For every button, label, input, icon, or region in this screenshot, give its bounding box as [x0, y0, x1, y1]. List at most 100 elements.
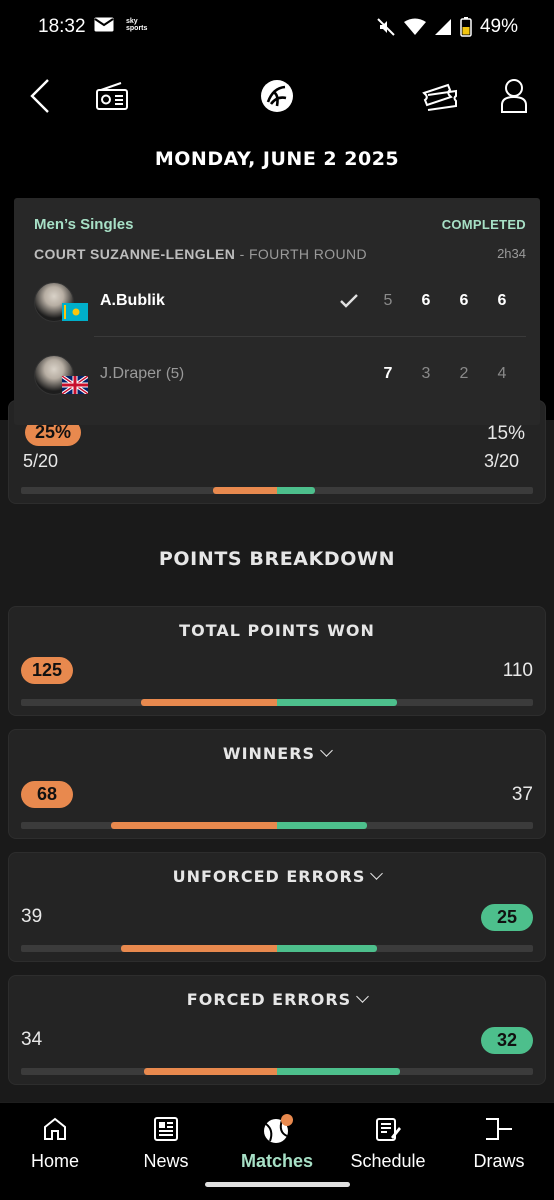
stat-title-text: UNFORCED ERRORS — [172, 867, 366, 886]
comparison-bar — [21, 1068, 533, 1075]
left-bar — [141, 699, 277, 706]
right-percent: 15% — [486, 423, 525, 444]
set-score: 7 — [383, 365, 393, 382]
stat-title[interactable]: UNFORCED ERRORS — [9, 867, 545, 886]
signal-icon — [434, 19, 451, 35]
right-bar — [277, 699, 398, 706]
status-bar: 18:32 sky sports 49% — [0, 0, 554, 56]
set-score: 5 — [383, 292, 393, 309]
right-value-pill: 25 — [481, 904, 533, 931]
section-title: POINTS BREAKDOWN — [158, 548, 396, 570]
status-time: 18:32 — [38, 16, 86, 37]
set-score: 3 — [421, 365, 431, 382]
right-value-pill: 32 — [481, 1027, 533, 1054]
stat-card-unforced-errors[interactable]: UNFORCED ERRORS 39 25 — [8, 852, 546, 962]
right-bar — [277, 1068, 400, 1075]
left-bar — [213, 487, 277, 494]
stat-title-text: TOTAL POINTS WON — [179, 621, 375, 640]
winner-check-icon — [340, 294, 358, 308]
kazakhstan-flag-icon — [62, 303, 88, 321]
uk-flag-icon — [62, 376, 88, 394]
tennis-ball-icon — [264, 1114, 293, 1143]
mail-icon — [94, 17, 114, 32]
player-name: A.Bublik — [100, 292, 165, 309]
right-bar — [277, 822, 367, 829]
left-value-pill: 125 — [21, 657, 73, 684]
news-icon — [154, 1117, 178, 1141]
chevron-left-icon — [30, 79, 49, 113]
home-icon — [44, 1117, 66, 1140]
rg-logo-button[interactable] — [255, 74, 299, 118]
stat-title[interactable]: FORCED ERRORS — [9, 990, 545, 1009]
date-title: MONDAY, JUNE 2 2025 — [154, 148, 400, 170]
left-value: 39 — [21, 906, 43, 927]
set-score: 6 — [497, 292, 507, 309]
right-value: 3/20 — [483, 451, 519, 471]
left-bar — [120, 945, 277, 952]
set-score: 4 — [497, 365, 507, 382]
nav-home[interactable]: Home — [0, 1111, 110, 1172]
set-score: 2 — [459, 365, 469, 382]
comparison-bar — [21, 699, 533, 706]
nav-schedule[interactable]: Schedule — [333, 1111, 443, 1172]
battery-icon — [460, 17, 472, 37]
match-court-round: COURT SUZANNE-LENGLEN - FOURTH ROUND — [34, 246, 367, 262]
match-status-badge: COMPLETED — [441, 217, 526, 232]
player-seed: (5) — [165, 365, 185, 382]
account-button[interactable] — [492, 74, 536, 118]
stat-card-total-points: TOTAL POINTS WON 125 110 — [8, 606, 546, 716]
nav-draws[interactable]: Draws — [444, 1111, 554, 1172]
right-value: 37 — [511, 784, 533, 805]
back-button[interactable] — [18, 74, 62, 118]
mute-icon — [377, 18, 395, 36]
schedule-icon — [376, 1118, 401, 1141]
comparison-bar — [21, 945, 533, 952]
right-bar — [277, 945, 377, 952]
stat-title-text: FORCED ERRORS — [186, 990, 352, 1009]
ticket-icon — [422, 83, 457, 111]
player-row-2[interactable]: J.Draper (5) 7 3 2 4 — [34, 355, 524, 399]
stat-title: TOTAL POINTS WON — [9, 621, 545, 640]
match-score-card[interactable]: Men’s Singles COMPLETED COURT SUZANNE-LE… — [14, 198, 540, 425]
match-category: Men’s Singles — [34, 216, 134, 233]
battery-percent: 49% — [479, 16, 518, 37]
comparison-bar — [21, 487, 533, 494]
left-value-pill: 68 — [21, 781, 73, 808]
nav-matches[interactable]: Matches — [222, 1111, 332, 1172]
nav-label: Matches — [240, 1151, 314, 1171]
player-row-1[interactable]: A.Bublik 5 6 6 6 — [34, 282, 524, 326]
user-icon — [501, 79, 527, 113]
radio-button[interactable] — [90, 74, 134, 118]
chevron-down-icon — [370, 867, 384, 880]
player-name-text: J.Draper — [100, 365, 162, 382]
left-bar — [110, 822, 277, 829]
stat-title[interactable]: WINNERS — [9, 744, 545, 763]
player-divider — [94, 336, 526, 337]
comparison-bar — [21, 822, 533, 829]
right-bar — [277, 487, 316, 494]
roland-garros-logo-icon — [261, 80, 293, 112]
tickets-button[interactable] — [418, 74, 462, 118]
nav-label: Draws — [473, 1151, 525, 1171]
stat-card-forced-errors[interactable]: FORCED ERRORS 34 32 — [8, 975, 546, 1085]
home-indicator[interactable] — [205, 1182, 350, 1187]
draws-icon — [486, 1118, 512, 1140]
left-value: 5/20 — [23, 451, 59, 471]
right-value: 110 — [502, 660, 533, 681]
nav-label: Home — [30, 1151, 79, 1171]
set-score: 6 — [459, 292, 469, 309]
wifi-icon — [403, 18, 426, 35]
stat-title-text: WINNERS — [222, 744, 316, 763]
chevron-down-icon — [320, 744, 333, 757]
left-bar — [143, 1068, 277, 1075]
nav-label: News — [143, 1151, 189, 1171]
app-header — [0, 56, 554, 136]
left-value: 34 — [21, 1029, 43, 1050]
player-name: J.Draper (5) — [100, 365, 184, 383]
radio-icon — [96, 82, 128, 110]
chevron-down-icon — [356, 990, 370, 1003]
round-name: - FOURTH ROUND — [235, 246, 368, 262]
stat-card-winners[interactable]: WINNERS 68 37 — [8, 729, 546, 839]
nav-news[interactable]: News — [111, 1111, 221, 1172]
court-name: COURT SUZANNE-LENGLEN — [34, 246, 236, 262]
